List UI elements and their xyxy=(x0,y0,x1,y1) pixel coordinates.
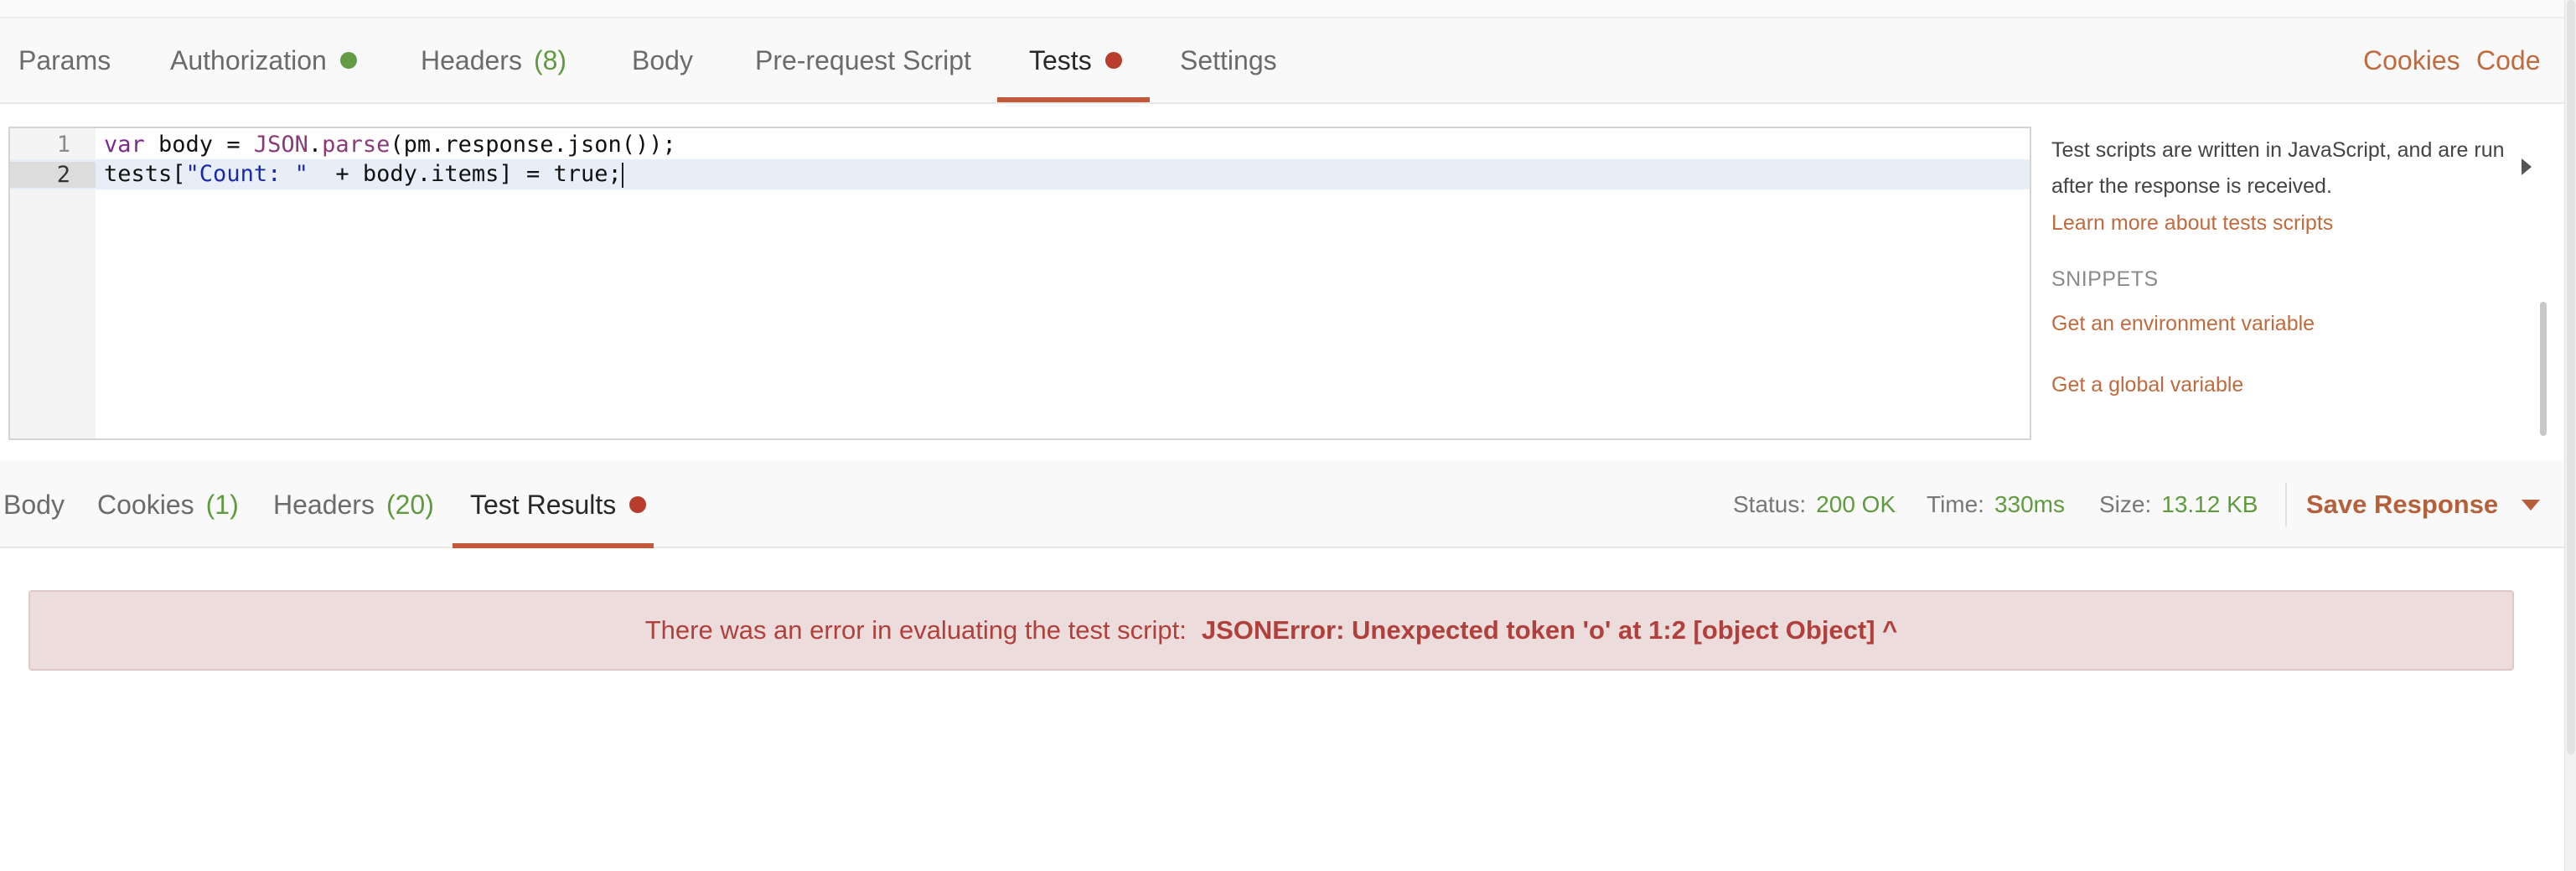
time-label: Time: xyxy=(1927,491,1984,517)
save-response-button[interactable]: Save Response xyxy=(2306,461,2541,548)
tab-response-body[interactable]: Body xyxy=(3,461,65,548)
active-tab-underline xyxy=(453,543,654,548)
separator xyxy=(2285,483,2287,526)
tab-label: Headers xyxy=(273,489,375,520)
top-strip xyxy=(0,0,2564,18)
side-description: Test scripts are written in JavaScript, … xyxy=(2051,138,2505,198)
size-value: 13.12 KB xyxy=(2161,491,2258,517)
tab-label: Authorization xyxy=(170,44,327,75)
tab-headers[interactable]: Headers (8) xyxy=(421,18,566,102)
tab-body[interactable]: Body xyxy=(632,18,693,102)
tab-label: Headers xyxy=(421,44,522,75)
code-line-current[interactable]: 2 tests["Count: " + body.items] = true; xyxy=(10,159,2030,189)
code-text: tests["Count: " + body.items] = true; xyxy=(104,161,623,188)
status-value: 200 OK xyxy=(1816,491,1896,517)
tab-authorization[interactable]: Authorization xyxy=(170,18,357,102)
tab-label: Cookies xyxy=(97,489,194,520)
learn-more-link[interactable]: Learn more about tests scripts xyxy=(2051,211,2521,236)
test-error-alert: There was an error in evaluating the tes… xyxy=(28,590,2514,671)
tab-response-headers[interactable]: Headers (20) xyxy=(273,461,434,548)
chevron-down-icon xyxy=(2522,499,2541,511)
tab-params[interactable]: Params xyxy=(18,18,111,102)
tests-code-editor[interactable]: 1 var body = JSON.parse(pm.response.json… xyxy=(8,127,2031,440)
code-link[interactable]: Code xyxy=(2476,45,2541,76)
tab-test-results[interactable]: Test Results xyxy=(453,461,654,548)
tab-pre-request-script[interactable]: Pre-request Script xyxy=(755,18,971,102)
headers-count: (8) xyxy=(533,44,567,75)
tab-label: Tests xyxy=(1029,44,1092,75)
response-time: Time: 330ms xyxy=(1927,461,2065,548)
tab-settings[interactable]: Settings xyxy=(1180,18,1277,102)
snippets-scrollbar[interactable] xyxy=(2540,302,2547,436)
expand-arrow-icon[interactable] xyxy=(2522,158,2532,175)
snippet-get-global-variable[interactable]: Get a global variable xyxy=(2051,373,2521,397)
response-status: Status: 200 OK xyxy=(1733,461,1896,548)
tab-label: Settings xyxy=(1180,44,1277,75)
auth-status-dot-icon xyxy=(339,52,357,69)
line-number: 2 xyxy=(10,161,96,188)
tab-label: Pre-request Script xyxy=(755,44,971,75)
status-label: Status: xyxy=(1733,491,1807,517)
error-detail: JSONError: Unexpected token 'o' at 1:2 [… xyxy=(1201,615,1898,645)
tests-side-panel: Test scripts are written in JavaScript, … xyxy=(2051,132,2521,397)
tab-label: Body xyxy=(3,489,65,520)
response-tab-bar: Body Cookies (1) Headers (20) Test Resul… xyxy=(0,461,2564,548)
tab-response-cookies[interactable]: Cookies (1) xyxy=(97,461,239,548)
page-scrollbar[interactable] xyxy=(2564,0,2576,871)
save-response-label: Save Response xyxy=(2306,490,2499,519)
snippet-get-environment-variable[interactable]: Get an environment variable xyxy=(2051,312,2521,336)
cookies-link[interactable]: Cookies xyxy=(2363,45,2460,76)
tab-label: Body xyxy=(632,44,693,75)
line-number: 1 xyxy=(56,131,70,158)
snippets-heading: SNIPPETS xyxy=(2051,267,2159,291)
request-tab-bar: Params Authorization Headers (8) Body Pr… xyxy=(0,18,2564,104)
time-value: 330ms xyxy=(1994,491,2066,517)
test-results-status-dot-icon xyxy=(629,496,647,513)
response-size: Size: 13.12 KB xyxy=(2099,461,2258,548)
tab-label: Params xyxy=(18,44,111,75)
tab-tests[interactable]: Tests xyxy=(997,18,1150,102)
active-tab-underline xyxy=(997,97,1150,102)
size-label: Size: xyxy=(2099,491,2152,517)
response-headers-count: (20) xyxy=(385,489,434,520)
tab-label: Test Results xyxy=(470,489,617,520)
code-text: var body = JSON.parse(pm.response.json()… xyxy=(104,131,676,158)
page-scrollbar-thumb[interactable] xyxy=(2567,0,2575,754)
cookies-count: (1) xyxy=(205,489,239,520)
error-message: There was an error in evaluating the tes… xyxy=(644,615,1187,645)
code-line[interactable]: 1 var body = JSON.parse(pm.response.json… xyxy=(10,129,2030,159)
tests-status-dot-icon xyxy=(1104,52,1122,69)
text-cursor xyxy=(621,162,623,188)
